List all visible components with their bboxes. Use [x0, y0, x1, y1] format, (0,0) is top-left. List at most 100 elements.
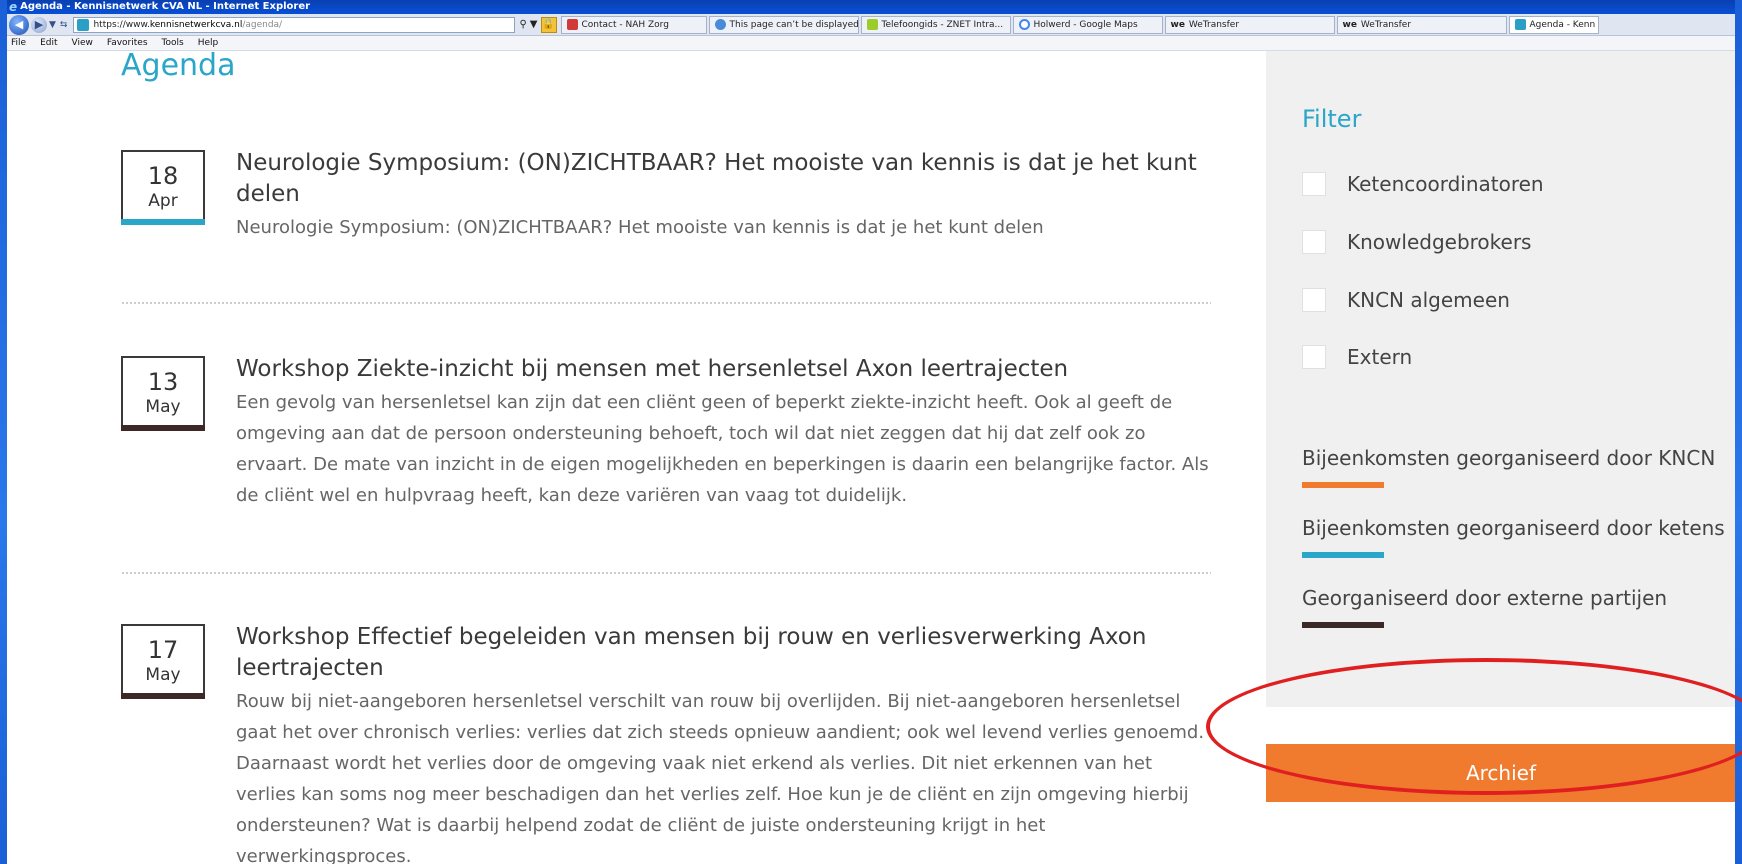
legend-item: Bijeenkomsten georganiseerd door KNCN: [1302, 446, 1735, 488]
menu-view[interactable]: View: [72, 38, 93, 48]
event-description: Neurologie Symposium: (ON)ZICHTBAAR? Het…: [236, 217, 1044, 238]
legend-swatch: [1302, 482, 1384, 488]
address-path: /agenda/: [242, 19, 283, 30]
archive-button[interactable]: Archief: [1266, 744, 1735, 802]
agenda-item[interactable]: 13 May Workshop Ziekte-inzicht bij mense…: [121, 356, 1211, 536]
filter-checkbox[interactable]: [1302, 288, 1326, 312]
menu-help[interactable]: Help: [198, 38, 219, 48]
filter-checkbox[interactable]: [1302, 172, 1326, 196]
category-bar: [121, 219, 205, 225]
address-dropdown-icon[interactable]: ▼: [530, 19, 538, 30]
event-text: Workshop Ziekte-inzicht bij mensen met h…: [236, 354, 1211, 511]
date-month: May: [145, 397, 181, 417]
page-title: Agenda: [121, 51, 236, 83]
tab-label: Telefoongids - ZNET Intra...: [881, 19, 1004, 30]
filter-label[interactable]: KNCN algemeen: [1347, 288, 1510, 312]
menu-bar: File Edit View Favorites Tools Help: [7, 36, 1735, 51]
legend-label: Bijeenkomsten georganiseerd door ketens: [1302, 516, 1725, 540]
history-dropdown-icon[interactable]: ▼: [49, 20, 56, 30]
divider: [121, 571, 1211, 575]
filter-sidebar: Filter Ketencoordinatoren Knowledgebroke…: [1266, 51, 1735, 707]
tab-favicon-icon: [1514, 19, 1526, 30]
compatibility-icon[interactable]: ⇆: [60, 20, 68, 30]
date-badge: 18 Apr: [121, 150, 205, 225]
event-title[interactable]: Workshop Effectief begeleiden van mensen…: [236, 622, 1211, 684]
tab-favicon-icon: [714, 19, 726, 30]
address-host: kennisnetwerkcva.nl: [149, 19, 243, 30]
filter-option[interactable]: Extern: [1302, 345, 1412, 369]
filter-checkbox[interactable]: [1302, 345, 1326, 369]
category-bar: [121, 425, 205, 431]
menu-favorites[interactable]: Favorites: [107, 38, 148, 48]
address-bar[interactable]: https://www.kennisnetwerkcva.nl/agenda/: [73, 16, 516, 33]
legend-label: Georganiseerd door externe partijen: [1302, 586, 1668, 610]
site-favicon-icon: [77, 18, 90, 31]
tab-favicon-icon: [866, 19, 878, 30]
tab-page-not-displayed[interactable]: This page can’t be displayed: [708, 15, 859, 34]
divider: [121, 301, 1211, 305]
date-badge: 13 May: [121, 356, 205, 431]
wetransfer-icon: we: [1170, 19, 1185, 30]
filter-option[interactable]: Ketencoordinatoren: [1302, 172, 1544, 196]
tab-favicon-icon: [566, 19, 578, 30]
window-title: Agenda - Kennisnetwerk CVA NL - Internet…: [20, 1, 311, 12]
event-description: Rouw bij niet-aangeboren hersenletsel ve…: [236, 691, 1205, 864]
tab-google-maps[interactable]: Holwerd - Google Maps: [1012, 15, 1163, 34]
tab-agenda-active[interactable]: Agenda - Kenn: [1508, 15, 1599, 34]
page-content: Agenda 18 Apr Neurologie Symposium: (ON)…: [7, 51, 1735, 864]
tab-label: Holwerd - Google Maps: [1033, 19, 1138, 30]
event-text: Neurologie Symposium: (ON)ZICHTBAAR? Het…: [236, 148, 1211, 243]
date-day: 17: [147, 636, 179, 664]
search-icon[interactable]: ⚲: [519, 19, 526, 30]
legend-item: Georganiseerd door externe partijen: [1302, 586, 1735, 628]
filter-checkbox[interactable]: [1302, 230, 1326, 254]
wetransfer-icon: we: [1342, 19, 1357, 30]
filter-option[interactable]: Knowledgebrokers: [1302, 230, 1531, 254]
archive-button-label: Archief: [1465, 761, 1537, 785]
tab-label: This page can’t be displayed: [729, 19, 859, 30]
address-scheme: https://www.: [93, 19, 150, 30]
legend-swatch: [1302, 622, 1384, 628]
tab-wetransfer-1[interactable]: we WeTransfer: [1164, 15, 1335, 34]
event-description: Een gevolg van hersenletsel kan zijn dat…: [236, 392, 1209, 506]
date-month: Apr: [148, 191, 178, 211]
filter-label[interactable]: Knowledgebrokers: [1347, 230, 1531, 254]
filter-label[interactable]: Extern: [1347, 345, 1412, 369]
tab-label: WeTransfer: [1360, 19, 1412, 30]
menu-tools[interactable]: Tools: [162, 38, 184, 48]
event-title[interactable]: Neurologie Symposium: (ON)ZICHTBAAR? Het…: [236, 148, 1211, 210]
date-day: 18: [147, 162, 179, 190]
lock-icon[interactable]: 🔒: [540, 16, 557, 33]
tab-wetransfer-2[interactable]: we WeTransfer: [1336, 15, 1507, 34]
google-icon: [1018, 19, 1030, 30]
date-badge: 17 May: [121, 624, 205, 699]
filter-title: Filter: [1302, 105, 1362, 133]
menu-file[interactable]: File: [11, 38, 26, 48]
category-bar: [121, 693, 205, 699]
tab-label: Contact - NAH Zorg: [581, 19, 669, 30]
agenda-item[interactable]: 18 Apr Neurologie Symposium: (ON)ZICHTBA…: [121, 150, 1211, 290]
tab-contact-nah-zorg[interactable]: Contact - NAH Zorg: [560, 15, 707, 34]
tab-label: WeTransfer: [1188, 19, 1240, 30]
title-bar: e Agenda - Kennisnetwerk CVA NL - Intern…: [7, 0, 1735, 14]
tab-strip: Contact - NAH Zorg This page can’t be di…: [560, 15, 1601, 34]
filter-label[interactable]: Ketencoordinatoren: [1347, 172, 1544, 196]
address-tools: ⚲ ▼ 🔒: [519, 16, 557, 33]
legend-label: Bijeenkomsten georganiseerd door KNCN: [1302, 446, 1716, 470]
tab-telefoongids[interactable]: Telefoongids - ZNET Intra...: [860, 15, 1011, 34]
legend-swatch: [1302, 552, 1384, 558]
forward-button[interactable]: ▶: [31, 16, 47, 33]
internet-explorer-icon: e: [9, 0, 18, 14]
navigation-bar: ◀ ▶ ▼ ⇆ https://www.kennisnetwerkcva.nl/…: [7, 14, 1735, 36]
date-day: 13: [147, 368, 179, 396]
date-month: May: [145, 665, 181, 685]
address-url: https://www.kennisnetwerkcva.nl/agenda/: [93, 20, 282, 30]
agenda-item[interactable]: 17 May Workshop Effectief begeleiden van…: [121, 624, 1211, 864]
tab-label: Agenda - Kenn: [1529, 19, 1596, 30]
filter-option[interactable]: KNCN algemeen: [1302, 288, 1510, 312]
event-title[interactable]: Workshop Ziekte-inzicht bij mensen met h…: [236, 354, 1211, 385]
menu-edit[interactable]: Edit: [40, 38, 57, 48]
back-button[interactable]: ◀: [9, 14, 29, 35]
event-text: Workshop Effectief begeleiden van mensen…: [236, 622, 1211, 864]
browser-window: e Agenda - Kennisnetwerk CVA NL - Intern…: [7, 0, 1735, 864]
